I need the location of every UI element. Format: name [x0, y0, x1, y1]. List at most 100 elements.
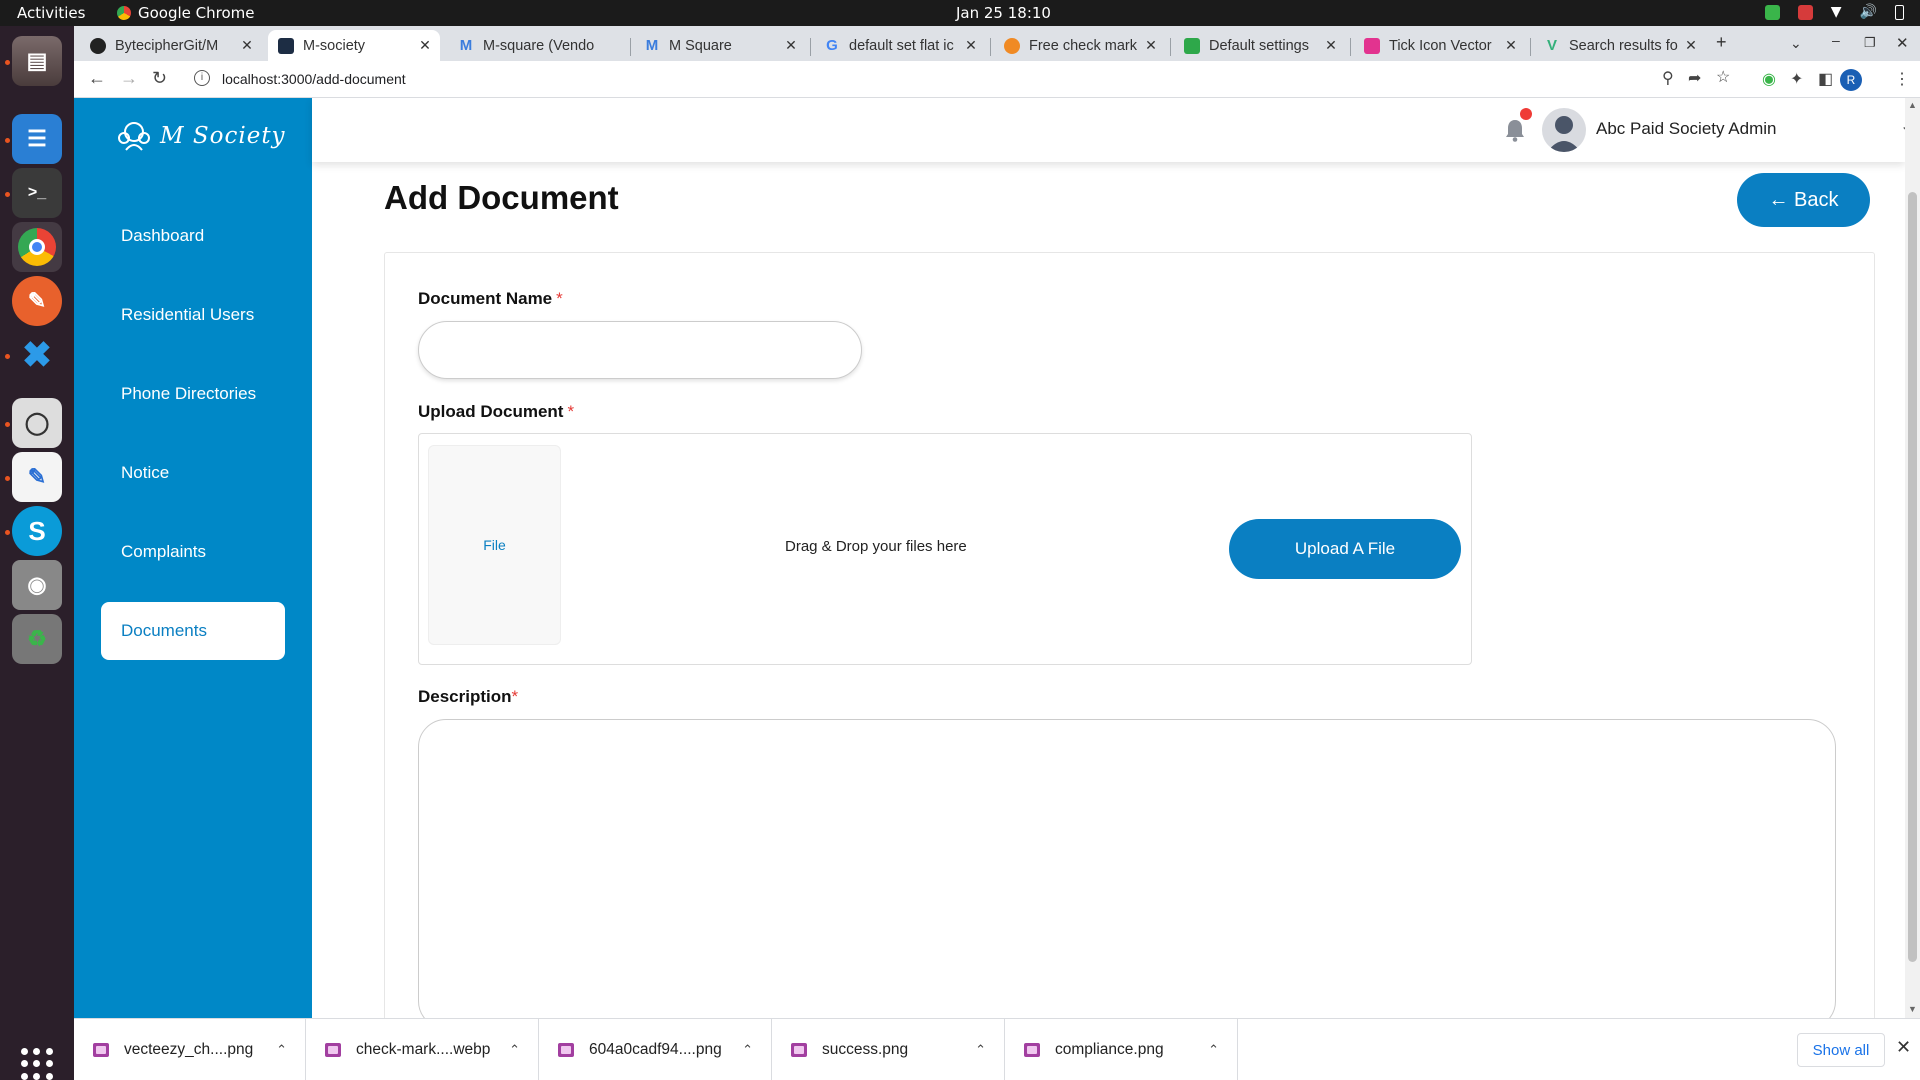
close-tab-icon[interactable]: ✕ [962, 37, 980, 54]
close-tab-icon[interactable]: ✕ [1682, 37, 1700, 54]
address-bar[interactable]: i localhost:3000/add-document ⚲ ➦ ☆ [180, 65, 1810, 94]
upload-file-button[interactable]: Upload A File [1229, 519, 1461, 579]
file-preview: File [428, 445, 561, 645]
download-item[interactable]: check-mark....webp ⌃ [306, 1019, 539, 1080]
avatar[interactable] [1542, 108, 1586, 152]
update-icon[interactable] [1764, 4, 1780, 20]
tab-search-results[interactable]: V Search results fo ✕ [1534, 30, 1706, 61]
download-item[interactable]: compliance.png ⌃ [1005, 1019, 1238, 1080]
running-indicator [5, 422, 10, 427]
forward-icon[interactable]: → [120, 68, 138, 89]
download-filename: vecteezy_ch....png [124, 1041, 254, 1058]
tab-default-settings[interactable]: Default settings ✕ [1174, 30, 1346, 61]
skype-icon[interactable]: S [12, 506, 62, 556]
chevron-up-icon[interactable]: ⌃ [975, 1042, 986, 1058]
tab-separator [1530, 38, 1531, 56]
close-window-icon[interactable]: ✕ [1896, 34, 1909, 52]
close-tab-icon[interactable]: ✕ [238, 37, 256, 54]
close-download-bar-icon[interactable]: ✕ [1896, 1037, 1911, 1058]
page-scrollbar[interactable]: ▲ ▼ [1905, 98, 1920, 1018]
terminal-icon[interactable]: >_ [12, 168, 62, 218]
chevron-up-icon[interactable]: ⌃ [742, 1042, 753, 1058]
tab-msociety[interactable]: M-society ✕ [268, 30, 440, 61]
sidebar-item-notice[interactable]: Notice [101, 444, 285, 502]
trash-icon[interactable]: ♻ [12, 614, 62, 664]
tab-title: M-square (Vendo [483, 37, 595, 54]
side-panel-icon[interactable]: ◧ [1818, 69, 1833, 89]
brand-name: M Society [160, 123, 286, 149]
description-textarea[interactable] [418, 719, 1836, 1018]
user-name[interactable]: Abc Paid Society Admin [1596, 119, 1776, 139]
show-apps-icon[interactable] [21, 1048, 53, 1080]
zoom-icon[interactable]: ⚲ [1662, 68, 1674, 88]
tab-search-chevron-icon[interactable]: ⌄ [1790, 35, 1802, 52]
chrome-dock-icon[interactable] [12, 222, 62, 272]
system-tray[interactable]: ▼ 🔊 [1764, 4, 1904, 20]
sidebar-item-complaints[interactable]: Complaints [101, 523, 285, 581]
disk-icon[interactable]: ◉ [12, 560, 62, 610]
tab-github[interactable]: BytecipherGit/M ✕ [80, 30, 262, 61]
restore-icon[interactable]: ❐ [1864, 35, 1876, 51]
activities-button[interactable]: Activities [17, 4, 85, 22]
site-info-icon[interactable]: i [194, 70, 210, 86]
writer-icon[interactable]: ☰ [12, 114, 62, 164]
scrollbar-thumb[interactable] [1908, 192, 1917, 962]
back-button[interactable]: ← Back [1737, 173, 1870, 227]
tab-free-check[interactable]: Free check mark ✕ [994, 30, 1166, 61]
clock[interactable]: Jan 25 18:10 [956, 4, 1051, 22]
download-item[interactable]: success.png ⌃ [772, 1019, 1005, 1080]
files-icon[interactable]: ▤ [12, 36, 62, 86]
tab-separator [1170, 38, 1171, 56]
brand-logo[interactable]: M Society [116, 118, 286, 154]
tab-default-set[interactable]: G default set flat ic ✕ [814, 30, 986, 61]
active-app-menu[interactable]: Google Chrome [117, 4, 255, 22]
chevron-up-icon[interactable]: ⌃ [509, 1042, 520, 1058]
profile-avatar[interactable]: R [1840, 69, 1862, 91]
close-tab-icon[interactable]: ✕ [416, 37, 434, 54]
scroll-down-icon[interactable]: ▼ [1908, 1004, 1917, 1014]
tab-msquare[interactable]: M M Square ✕ [634, 30, 806, 61]
battery-icon[interactable] [1895, 4, 1904, 20]
volume-icon[interactable]: 🔊 [1860, 4, 1877, 20]
extension-icon[interactable]: ◉ [1762, 69, 1776, 89]
share-icon[interactable]: ➦ [1688, 68, 1701, 88]
label-text: Description [418, 687, 512, 706]
sidebar-item-documents[interactable]: Documents [101, 602, 285, 660]
notification-bell-icon[interactable] [1504, 118, 1526, 142]
close-tab-icon[interactable]: ✕ [1502, 37, 1520, 54]
scroll-up-icon[interactable]: ▲ [1908, 100, 1917, 110]
show-all-downloads-button[interactable]: Show all [1797, 1033, 1885, 1067]
bookmark-star-icon[interactable]: ☆ [1716, 67, 1730, 87]
new-tab-icon[interactable]: + [1716, 32, 1727, 53]
download-filename: check-mark....webp [356, 1041, 491, 1058]
chevron-up-icon[interactable]: ⌃ [1208, 1042, 1219, 1058]
back-icon[interactable]: ← [88, 68, 106, 89]
close-tab-icon[interactable]: ✕ [782, 37, 800, 54]
download-item[interactable]: 604a0cadf94....png ⌃ [539, 1019, 772, 1080]
url-text[interactable]: localhost:3000/add-document [222, 71, 406, 87]
sidebar: M Society Dashboard Residential Users Ph… [74, 98, 312, 1018]
close-tab-icon[interactable]: ✕ [1142, 37, 1160, 54]
sidebar-item-residential-users[interactable]: Residential Users [101, 286, 285, 344]
image-viewer-icon[interactable]: ◯ [12, 398, 62, 448]
text-editor-icon[interactable]: ✎ [12, 452, 62, 502]
chrome-icon [117, 6, 131, 20]
download-item[interactable]: vecteezy_ch....png ⌃ [74, 1019, 306, 1080]
tab-tick-icon[interactable]: Tick Icon Vector ✕ [1354, 30, 1526, 61]
green-site-icon [1184, 37, 1200, 54]
chrome-menu-icon[interactable]: ⋮ [1894, 69, 1910, 89]
record-icon[interactable] [1797, 4, 1813, 20]
minimize-icon[interactable]: – [1832, 32, 1840, 48]
reload-icon[interactable]: ↻ [152, 68, 167, 89]
chevron-up-icon[interactable]: ⌃ [276, 1042, 287, 1058]
postman-icon[interactable]: ✎ [12, 276, 62, 326]
sidebar-item-dashboard[interactable]: Dashboard [101, 207, 285, 265]
vscode-icon[interactable]: ✖ [12, 330, 62, 380]
sidebar-item-phone-directories[interactable]: Phone Directories [101, 365, 285, 423]
document-name-input[interactable] [418, 321, 862, 379]
close-tab-icon[interactable]: ✕ [1322, 37, 1340, 54]
extensions-puzzle-icon[interactable]: ✦ [1790, 69, 1803, 89]
wifi-icon[interactable]: ▼ [1831, 4, 1842, 20]
tab-msquare-vendor[interactable]: M M-square (Vendo ✕ [448, 30, 626, 61]
description-label: Description* [418, 687, 518, 707]
